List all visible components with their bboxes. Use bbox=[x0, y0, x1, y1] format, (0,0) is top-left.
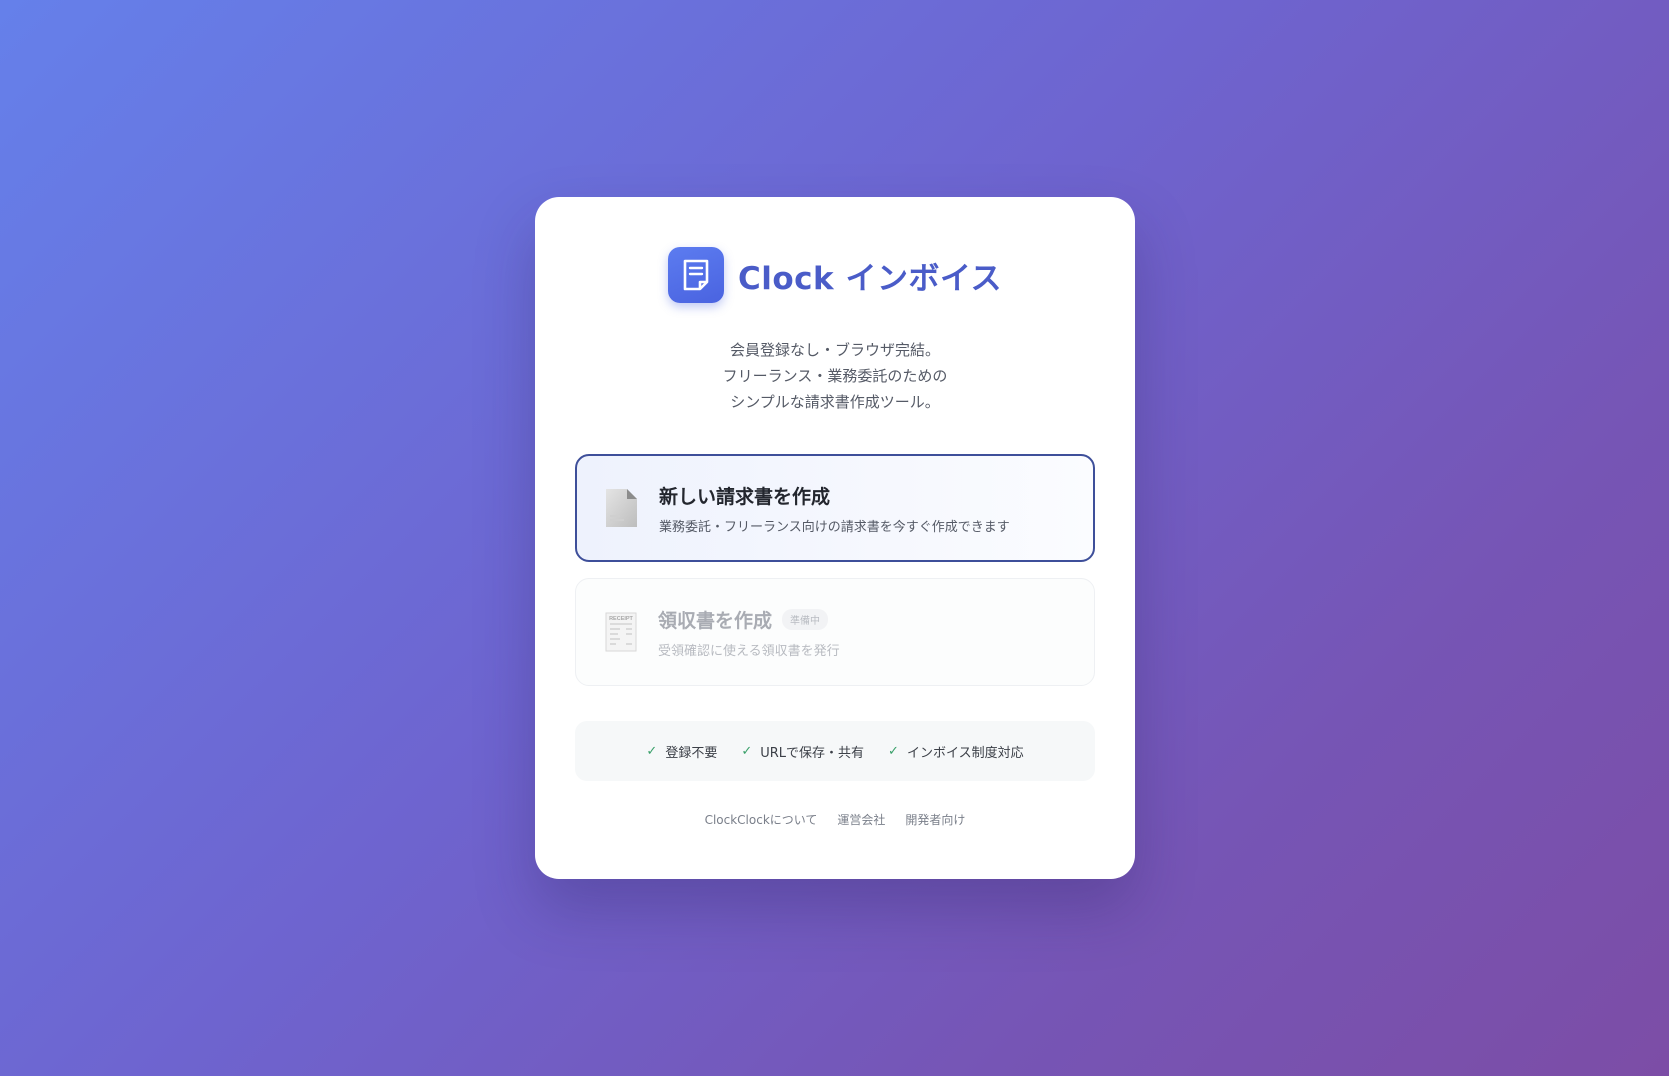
receipt-icon: RECEIPT bbox=[605, 612, 637, 652]
create-invoice-button[interactable]: 新しい請求書を作成 業務委託・フリーランス向けの請求書を今すぐ作成できます bbox=[575, 454, 1095, 562]
tagline: 会員登録なし・ブラウザ完結。 フリーランス・業務委託のための シンプルな請求書作… bbox=[535, 337, 1135, 415]
option-description: 受領確認に使える領収書を発行 bbox=[658, 643, 840, 659]
main-card: Clock インボイス 会員登録なし・ブラウザ完結。 フリーランス・業務委託のた… bbox=[535, 197, 1135, 879]
feature-label: インボイス制度対応 bbox=[906, 745, 1024, 761]
feature-item: ✓ 登録不要 bbox=[646, 742, 717, 761]
app-title: Clock インボイス bbox=[737, 260, 1003, 297]
feature-list: ✓ 登録不要 ✓ URLで保存・共有 ✓ インボイス制度対応 bbox=[575, 721, 1095, 781]
option-title: 新しい請求書を作成 bbox=[659, 485, 831, 508]
brand-header: Clock インボイス bbox=[535, 247, 1135, 303]
footer-link-developers[interactable]: 開発者向け bbox=[905, 811, 965, 828]
check-icon: ✓ bbox=[741, 743, 753, 759]
option-title-row: 領収書を作成 準備中 bbox=[658, 606, 840, 633]
footer-link-company[interactable]: 運営会社 bbox=[837, 811, 885, 828]
feature-item: ✓ URLで保存・共有 bbox=[741, 742, 864, 761]
check-icon: ✓ bbox=[888, 743, 899, 759]
option-text: 新しい請求書を作成 業務委託・フリーランス向けの請求書を今すぐ作成できます bbox=[659, 482, 1010, 535]
footer-links: ClockClockについて 運営会社 開発者向け bbox=[535, 811, 1135, 828]
feature-label: URLで保存・共有 bbox=[760, 745, 865, 761]
receipt-icon-label: RECEIPT bbox=[609, 616, 633, 622]
logo bbox=[667, 247, 724, 303]
coming-soon-badge: 準備中 bbox=[782, 608, 829, 630]
tagline-line: フリーランス・業務委託のための bbox=[722, 367, 948, 385]
check-icon: ✓ bbox=[646, 743, 658, 759]
create-receipt-button: RECEIPT 領収書を作成 準備中 受領確認に使える領収書を発行 bbox=[575, 578, 1095, 686]
option-text: 領収書を作成 準備中 受領確認に使える領収書を発行 bbox=[658, 606, 840, 659]
footer-link-about[interactable]: ClockClockについて bbox=[705, 811, 818, 828]
tagline-line: 会員登録なし・ブラウザ完結。 bbox=[729, 341, 940, 359]
option-title: 領収書を作成 bbox=[658, 609, 773, 632]
feature-label: 登録不要 bbox=[665, 745, 718, 761]
document-icon bbox=[683, 259, 709, 291]
invoice-document-icon bbox=[606, 489, 637, 527]
feature-item: ✓ インボイス制度対応 bbox=[888, 742, 1024, 761]
tagline-line: シンプルな請求書作成ツール。 bbox=[730, 393, 940, 411]
option-description: 業務委託・フリーランス向けの請求書を今すぐ作成できます bbox=[659, 519, 1010, 535]
